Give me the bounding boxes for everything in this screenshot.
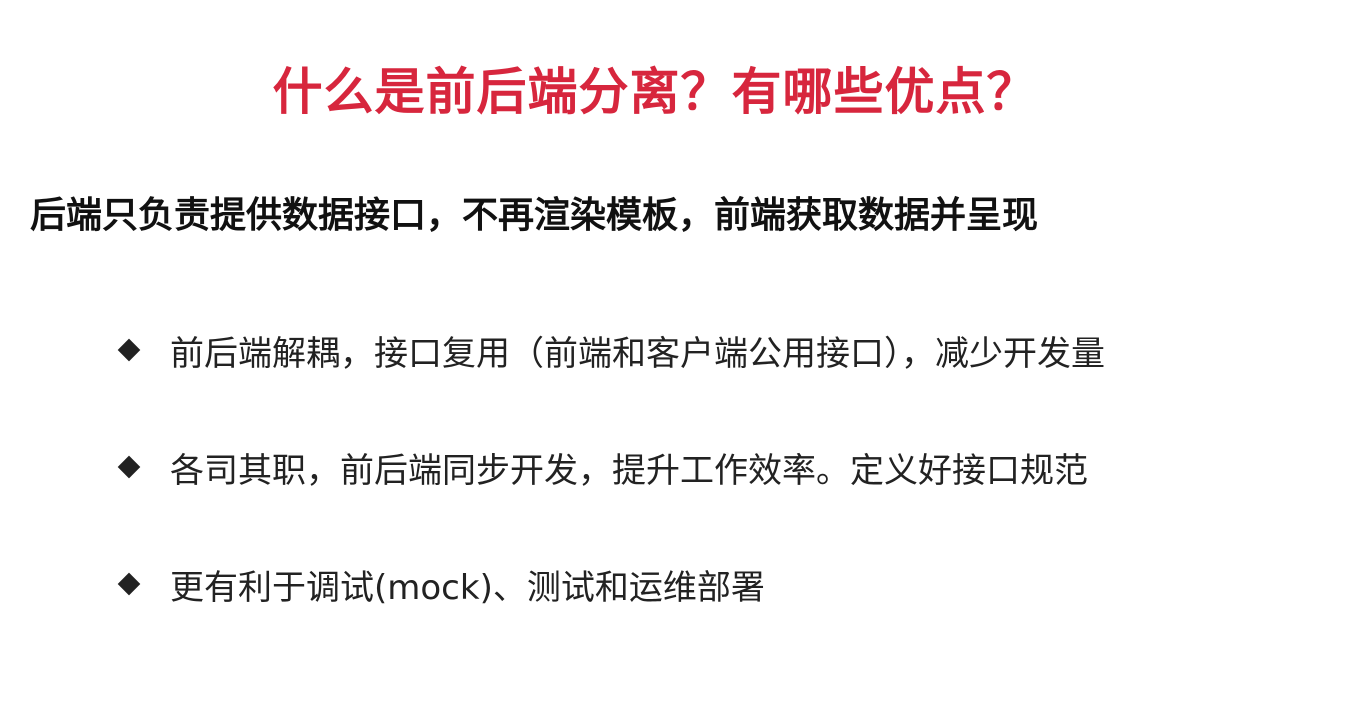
diamond-bullet-icon [118,456,140,478]
slide-subtitle: 后端只负责提供数据接口，不再渲染模板，前端获取数据并呈现 [30,195,1039,236]
slide: 什么是前后端分离？有哪些优点？ 后端只负责提供数据接口，不再渲染模板，前端获取数… [0,0,1364,701]
diamond-bullet-icon [118,573,140,595]
bullet-item: 前后端解耦，接口复用（前端和客户端公用接口），减少开发量 [118,320,1105,380]
bullet-text: 各司其职，前后端同步开发，提升工作效率。定义好接口规范 [170,450,1088,491]
bullet-list: 前后端解耦，接口复用（前端和客户端公用接口），减少开发量 各司其职，前后端同步开… [118,320,1105,671]
slide-title: 什么是前后端分离？有哪些优点？ [272,63,1038,121]
bullet-item: 各司其职，前后端同步开发，提升工作效率。定义好接口规范 [118,437,1105,497]
bullet-item: 更有利于调试(mock)、测试和运维部署 [118,554,1105,614]
bullet-text: 更有利于调试(mock)、测试和运维部署 [170,567,765,608]
bullet-text: 前后端解耦，接口复用（前端和客户端公用接口），减少开发量 [170,333,1105,374]
diamond-bullet-icon [118,339,140,361]
